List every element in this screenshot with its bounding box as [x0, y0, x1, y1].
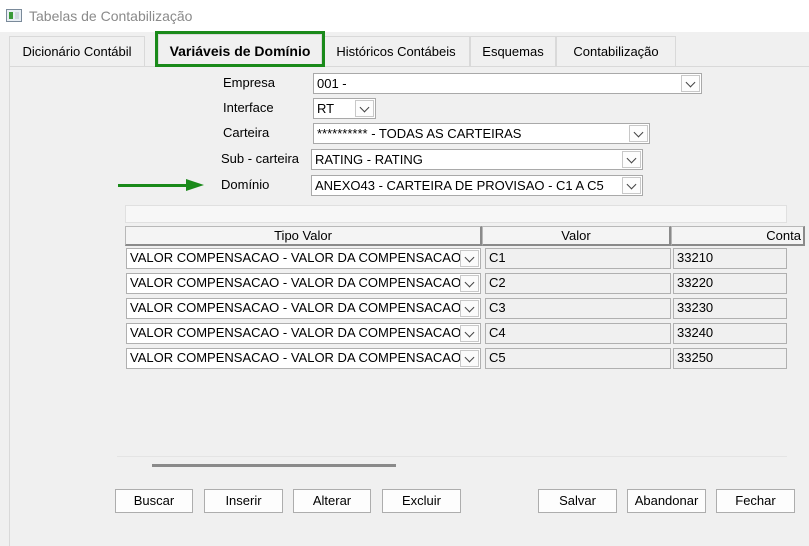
chevron-down-icon	[359, 102, 370, 113]
sub-carteira-label: Sub - carteira	[221, 151, 300, 166]
green-arrow-annotation	[118, 179, 204, 191]
sub-carteira-select[interactable]: RATING - RATING	[311, 149, 643, 170]
dominio-select[interactable]: ANEXO43 - CARTEIRA DE PROVISAO - C1 A C5	[311, 175, 643, 196]
tipo-valor-dropdown-button[interactable]	[460, 325, 479, 342]
interface-dropdown-button[interactable]	[355, 100, 374, 117]
tab-dicionario-contabil[interactable]: Dicionário Contábil	[9, 36, 145, 66]
tipo-valor-cell[interactable]: VALOR COMPENSACAO - VALOR DA COMPENSACAO	[126, 348, 481, 369]
grid-top-band	[125, 205, 787, 223]
tipo-valor-text: VALOR COMPENSACAO - VALOR DA COMPENSACAO	[130, 325, 462, 340]
carteira-select[interactable]: ********** - TODAS AS CARTEIRAS	[313, 123, 650, 144]
column-header-tipo-valor[interactable]: Tipo Valor	[125, 226, 482, 246]
excluir-button[interactable]: Excluir	[382, 489, 461, 513]
abandonar-button[interactable]: Abandonar	[627, 489, 706, 513]
tipo-valor-text: VALOR COMPENSACAO - VALOR DA COMPENSACAO	[130, 275, 462, 290]
carteira-value: ********** - TODAS AS CARTEIRAS	[317, 126, 522, 141]
tipo-valor-text: VALOR COMPENSACAO - VALOR DA COMPENSACAO	[130, 350, 462, 365]
inserir-button[interactable]: Inserir	[204, 489, 283, 513]
dominio-label: Domínio	[221, 177, 270, 192]
chevron-down-icon	[685, 77, 696, 88]
valor-cell[interactable]: C5	[485, 348, 671, 369]
tipo-valor-dropdown-button[interactable]	[460, 250, 479, 267]
chevron-down-icon	[464, 302, 475, 313]
title-bar: Tabelas de Contabilização	[0, 0, 809, 32]
interface-select[interactable]: RT	[313, 98, 376, 119]
sub-carteira-value: RATING - RATING	[315, 152, 423, 167]
chevron-down-icon	[626, 179, 637, 190]
chevron-down-icon	[464, 352, 475, 363]
chevron-down-icon	[464, 252, 475, 263]
carteira-dropdown-button[interactable]	[629, 125, 648, 142]
dominio-value: ANEXO43 - CARTEIRA DE PROVISAO - C1 A C5	[315, 178, 604, 193]
window-title: Tabelas de Contabilização	[29, 8, 193, 24]
empresa-select[interactable]: 001 -	[313, 73, 702, 94]
tab-historicos-contabeis[interactable]: Históricos Contábeis	[322, 36, 470, 66]
chevron-down-icon	[464, 277, 475, 288]
tipo-valor-dropdown-button[interactable]	[460, 350, 479, 367]
conta-cell[interactable]: 33230	[673, 298, 787, 319]
tipo-valor-cell[interactable]: VALOR COMPENSACAO - VALOR DA COMPENSACAO	[126, 248, 481, 269]
tipo-valor-cell[interactable]: VALOR COMPENSACAO - VALOR DA COMPENSACAO	[126, 273, 481, 294]
column-header-valor[interactable]: Valor	[482, 226, 671, 246]
salvar-button[interactable]: Salvar	[538, 489, 617, 513]
interface-label: Interface	[223, 100, 274, 115]
conta-cell[interactable]: 33240	[673, 323, 787, 344]
tipo-valor-cell[interactable]: VALOR COMPENSACAO - VALOR DA COMPENSACAO	[126, 298, 481, 319]
horizontal-scrollbar-track[interactable]	[117, 456, 787, 457]
dominio-dropdown-button[interactable]	[622, 177, 641, 194]
horizontal-scrollbar-thumb[interactable]	[152, 464, 396, 467]
valor-cell[interactable]: C3	[485, 298, 671, 319]
tipo-valor-text: VALOR COMPENSACAO - VALOR DA COMPENSACAO	[130, 300, 462, 315]
app-icon	[6, 9, 22, 22]
conta-cell[interactable]: 33250	[673, 348, 787, 369]
fechar-button[interactable]: Fechar	[716, 489, 795, 513]
empresa-label: Empresa	[223, 75, 276, 90]
tipo-valor-dropdown-button[interactable]	[460, 275, 479, 292]
valor-cell[interactable]: C2	[485, 273, 671, 294]
carteira-label: Carteira	[223, 125, 270, 140]
buscar-button[interactable]: Buscar	[115, 489, 193, 513]
tipo-valor-cell[interactable]: VALOR COMPENSACAO - VALOR DA COMPENSACAO	[126, 323, 481, 344]
tipo-valor-dropdown-button[interactable]	[460, 300, 479, 317]
tab-contabilizacao[interactable]: Contabilização	[556, 36, 676, 66]
tab-strip: Dicionário Contábil Variáveis de Domínio…	[0, 32, 809, 66]
sub-carteira-dropdown-button[interactable]	[622, 151, 641, 168]
valor-cell[interactable]: C1	[485, 248, 671, 269]
tab-esquemas[interactable]: Esquemas	[470, 36, 556, 66]
tipo-valor-text: VALOR COMPENSACAO - VALOR DA COMPENSACAO	[130, 250, 462, 265]
chevron-down-icon	[464, 327, 475, 338]
chevron-down-icon	[626, 153, 637, 164]
column-header-conta[interactable]: Conta	[671, 226, 805, 246]
valor-cell[interactable]: C4	[485, 323, 671, 344]
conta-cell[interactable]: 33210	[673, 248, 787, 269]
conta-cell[interactable]: 33220	[673, 273, 787, 294]
alterar-button[interactable]: Alterar	[293, 489, 371, 513]
interface-value: RT	[317, 101, 335, 116]
empresa-value: 001 -	[317, 76, 347, 91]
tab-variaveis-de-dominio[interactable]: Variáveis de Domínio	[158, 34, 322, 66]
empresa-dropdown-button[interactable]	[681, 75, 700, 92]
chevron-down-icon	[633, 127, 644, 138]
